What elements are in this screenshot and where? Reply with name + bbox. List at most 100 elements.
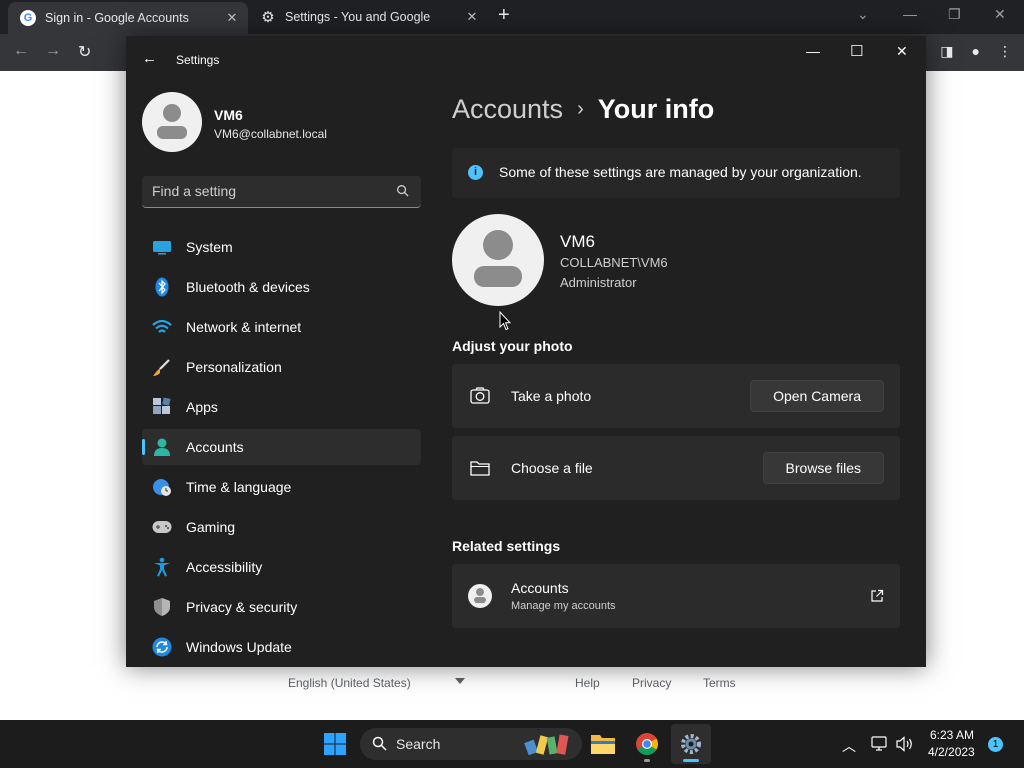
related-accounts-card[interactable]: Accounts Manage my accounts bbox=[452, 564, 900, 628]
settings-app-button[interactable] bbox=[671, 724, 711, 764]
close-icon[interactable]: ✕ bbox=[994, 6, 1006, 23]
notification-badge[interactable]: 1 bbox=[988, 737, 1003, 752]
file-explorer-button[interactable] bbox=[583, 724, 623, 764]
related-accounts-title: Accounts bbox=[511, 580, 569, 596]
sidebar-item-bluetooth[interactable]: Bluetooth & devices bbox=[142, 269, 421, 305]
shield-icon bbox=[152, 597, 172, 617]
caret-down-icon[interactable] bbox=[455, 678, 465, 684]
sidebar-item-personalization[interactable]: Personalization bbox=[142, 349, 421, 385]
sidebar-item-accessibility[interactable]: Accessibility bbox=[142, 549, 421, 585]
sidebar-item-time-language[interactable]: Time & language bbox=[142, 469, 421, 505]
sidebar-item-label: Windows Update bbox=[186, 639, 292, 655]
back-icon[interactable]: ← bbox=[13, 42, 29, 60]
choose-file-card: Choose a file Browse files bbox=[452, 436, 900, 500]
new-tab-button[interactable]: + bbox=[498, 4, 510, 27]
close-icon[interactable]: ✕ bbox=[896, 43, 908, 60]
gear-icon: ⚙ bbox=[261, 9, 275, 26]
user-domain: COLLABNET\VM6 bbox=[560, 255, 668, 270]
sidebar-item-label: Accessibility bbox=[186, 559, 263, 575]
folder-icon bbox=[591, 735, 615, 754]
sidebar-item-privacy-security[interactable]: Privacy & security bbox=[142, 589, 421, 625]
gamepad-icon bbox=[152, 517, 172, 537]
sidebar-item-apps[interactable]: Apps bbox=[142, 389, 421, 425]
active-indicator bbox=[683, 759, 699, 762]
breadcrumb: Accounts › Your info bbox=[452, 94, 714, 125]
menu-icon[interactable]: ⋮ bbox=[998, 43, 1012, 60]
person-icon bbox=[163, 104, 181, 122]
accessibility-icon bbox=[152, 557, 172, 577]
chevron-up-icon[interactable]: ︿ bbox=[842, 736, 856, 756]
take-photo-card: Take a photo Open Camera bbox=[452, 364, 900, 428]
close-icon[interactable]: ✕ bbox=[224, 10, 240, 26]
taskbar-search[interactable]: Search bbox=[360, 728, 582, 760]
wifi-icon bbox=[152, 317, 172, 337]
sidebar-item-system[interactable]: System bbox=[142, 229, 421, 265]
person-icon bbox=[483, 230, 513, 260]
sidebar-item-network[interactable]: Network & internet bbox=[142, 309, 421, 345]
search-icon bbox=[372, 736, 387, 751]
windows-start-icon[interactable] bbox=[323, 732, 347, 756]
breadcrumb-parent[interactable]: Accounts bbox=[452, 94, 563, 124]
person-icon bbox=[468, 584, 492, 608]
browser-tab-google-signin[interactable]: G Sign in - Google Accounts ✕ bbox=[8, 2, 248, 34]
clock-time[interactable]: 6:23 AM bbox=[930, 728, 974, 742]
terms-link[interactable]: Terms bbox=[703, 676, 736, 690]
forward-icon[interactable]: → bbox=[45, 42, 61, 60]
sidebar-item-accounts[interactable]: Accounts bbox=[142, 429, 421, 465]
bluetooth-icon bbox=[152, 277, 172, 297]
profile-icon[interactable]: ● bbox=[972, 43, 980, 60]
user-name: VM6 bbox=[560, 232, 595, 251]
open-camera-button[interactable]: Open Camera bbox=[750, 380, 884, 412]
chrome-button[interactable] bbox=[627, 724, 667, 764]
minimize-icon[interactable]: — bbox=[806, 43, 820, 59]
folder-icon bbox=[470, 461, 490, 476]
taskbar-search-label: Search bbox=[396, 736, 441, 752]
settings-window: ← Settings — ☐ ✕ VM6 VM6@collabnet.local… bbox=[126, 36, 926, 667]
sidebar-item-gaming[interactable]: Gaming bbox=[142, 509, 421, 545]
person-icon bbox=[152, 437, 172, 457]
tab-title: Sign in - Google Accounts bbox=[45, 11, 189, 25]
sidebar-item-label: Gaming bbox=[186, 519, 236, 535]
browse-files-button[interactable]: Browse files bbox=[762, 452, 884, 484]
sidebar-item-label: Network & internet bbox=[186, 319, 302, 335]
search-box[interactable] bbox=[142, 176, 421, 208]
choose-file-label: Choose a file bbox=[511, 460, 593, 476]
privacy-link[interactable]: Privacy bbox=[632, 676, 671, 690]
search-icon[interactable] bbox=[396, 184, 409, 197]
related-accounts-subtitle: Manage my accounts bbox=[511, 600, 616, 612]
browser-tab-settings[interactable]: ⚙ Settings - You and Google ✕ bbox=[252, 0, 488, 34]
clock-date[interactable]: 4/2/2023 bbox=[928, 745, 975, 759]
close-icon[interactable]: ✕ bbox=[464, 9, 480, 25]
language-selector[interactable]: English (United States) bbox=[288, 676, 411, 690]
network-icon[interactable] bbox=[871, 736, 889, 752]
system-icon bbox=[152, 237, 172, 257]
sidebar-item-label: Personalization bbox=[186, 359, 282, 375]
brush-icon bbox=[152, 357, 172, 377]
maximize-icon[interactable]: ☐ bbox=[850, 42, 863, 60]
search-input[interactable] bbox=[152, 183, 382, 199]
chevron-down-icon[interactable]: ⌄ bbox=[857, 6, 869, 23]
restore-icon[interactable]: ❐ bbox=[948, 6, 961, 23]
sidebar-item-label: System bbox=[186, 239, 233, 255]
gear-icon bbox=[681, 734, 701, 754]
avatar[interactable] bbox=[142, 92, 202, 152]
chevron-right-icon: › bbox=[577, 98, 584, 120]
section-title-adjust-photo: Adjust your photo bbox=[452, 338, 573, 354]
reload-icon[interactable]: ↻ bbox=[78, 42, 91, 62]
camera-icon bbox=[470, 387, 490, 404]
back-icon[interactable]: ← bbox=[142, 50, 157, 67]
sidebar-item-windows-update[interactable]: Windows Update bbox=[142, 629, 421, 665]
minimize-icon[interactable]: — bbox=[903, 6, 917, 22]
section-title-related-settings: Related settings bbox=[452, 538, 561, 554]
volume-icon[interactable] bbox=[896, 736, 914, 752]
side-panel-icon[interactable]: ◨ bbox=[940, 43, 953, 60]
user-avatar bbox=[452, 214, 544, 306]
sidebar-item-label: Time & language bbox=[186, 479, 292, 495]
window-title: Settings bbox=[176, 53, 220, 67]
help-link[interactable]: Help bbox=[575, 676, 600, 690]
take-photo-label: Take a photo bbox=[511, 388, 592, 404]
browser-tab-bar: G Sign in - Google Accounts ✕ ⚙ Settings… bbox=[0, 0, 1024, 34]
selection-indicator bbox=[142, 439, 145, 455]
clock-globe-icon bbox=[152, 477, 172, 497]
profile-email: VM6@collabnet.local bbox=[214, 127, 327, 141]
